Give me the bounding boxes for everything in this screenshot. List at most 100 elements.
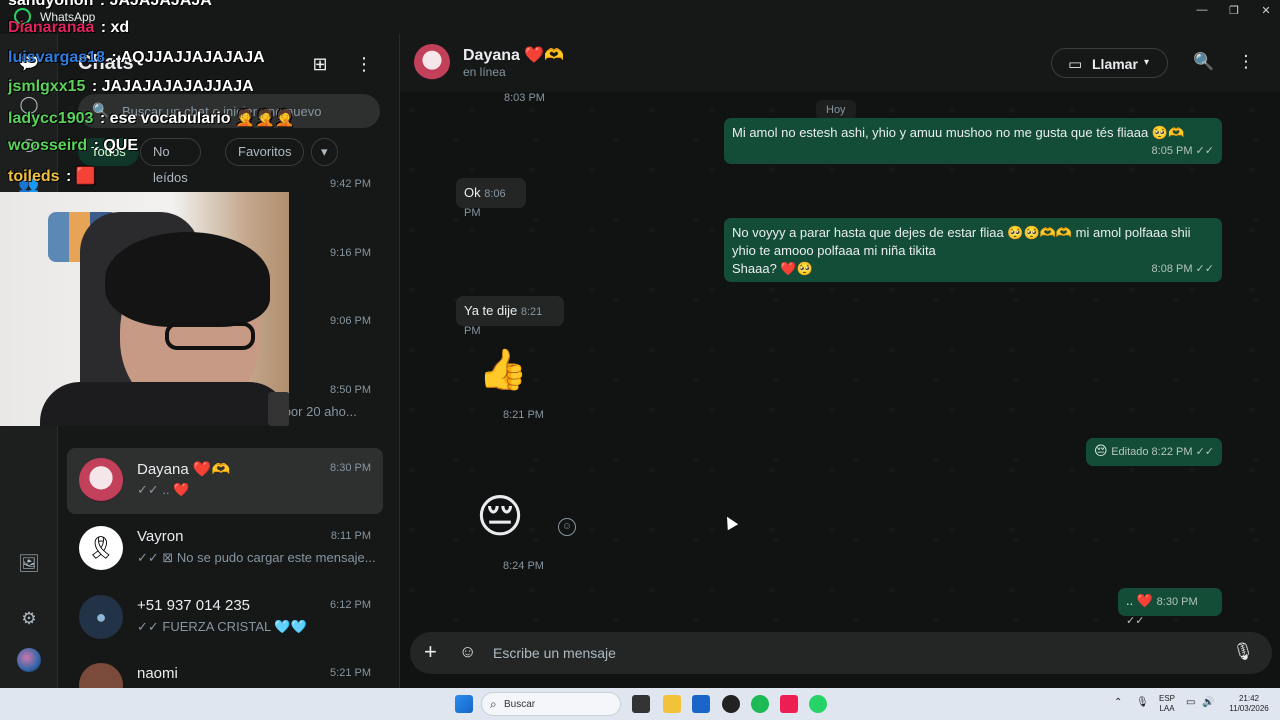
media-icon[interactable]: 🖼 [18, 553, 40, 575]
overlay-username: sandyonon [8, 0, 94, 9]
message-text: Mi amol no estesh ashi, yhio y amuu mush… [732, 125, 1185, 140]
message-text: Ya te dije [464, 303, 518, 318]
file-explorer-icon[interactable] [663, 695, 681, 713]
store-icon[interactable] [692, 695, 710, 713]
lang-code: ESP [1158, 694, 1175, 703]
lang-layout: LAA [1159, 704, 1175, 713]
webcam-person-hair [105, 232, 270, 327]
maximize-button[interactable]: ❐ [1224, 4, 1244, 18]
chat-time: 8:30 PM [330, 462, 371, 474]
microphone-icon[interactable]: 🎙 [1232, 642, 1254, 662]
clock-date: 11/03/2026 [1229, 704, 1269, 713]
overlay-message: JAJAJAJAJAJJAJA [101, 78, 254, 95]
chat-time: 5:21 PM [330, 667, 371, 679]
webcam-mic-arm [268, 392, 289, 426]
search-icon[interactable]: 🔍 [1193, 52, 1215, 74]
chat-preview: ✓✓ FUERZA CRISTAL 🩵🩵 [137, 619, 307, 634]
overlay-username: luisvargas18 [8, 49, 105, 66]
mouse-cursor [721, 513, 739, 531]
chat-name: naomi [137, 665, 178, 682]
language-indicator[interactable]: ESP LAA [1156, 694, 1178, 714]
call-label: Llamar [1092, 56, 1138, 72]
whatsapp-window: WhatsApp — ❐ ✕ 💬 ◯ ◎ 👥 🖼 ⚙ Chats ⊞ ⋮ 🔍 B… [0, 0, 1280, 688]
panel-menu-icon[interactable]: ⋮ [352, 52, 376, 76]
compose-bar: + ☺ Escribe un mensaje 🎙 [410, 632, 1272, 674]
chevron-down-icon: ▾ [1144, 57, 1150, 68]
windows-start-icon[interactable] [455, 695, 473, 713]
new-chat-icon[interactable]: ⊞ [308, 52, 332, 76]
outgoing-message[interactable]: .. ❤️ 8:30 PM ✓✓ [1118, 588, 1222, 627]
tray-chevron-icon[interactable]: ⌃ [1114, 698, 1122, 708]
stream-chat-overlay: sandyonon : JAJAJAJAJA Dianaranaa : xd l… [0, 0, 300, 192]
attach-plus-icon[interactable]: + [424, 640, 437, 664]
profile-avatar[interactable] [17, 648, 41, 672]
overlay-message: QUE [103, 137, 139, 154]
whatsapp-taskbar-icon[interactable] [809, 695, 827, 713]
chip-more[interactable]: ▾ [311, 138, 338, 166]
chat-row-phone[interactable]: ● +51 937 014 235 6:12 PM ✓✓ FUERZA CRIS… [67, 585, 383, 651]
tray-mic-icon[interactable]: 🎙 [1136, 698, 1149, 708]
pensive-emoji-message[interactable]: 😔 [476, 488, 524, 544]
message-time: 8:24 PM [503, 560, 544, 572]
overlay-message: AQJJAJJAJAJAJA [120, 49, 265, 66]
react-emoji-icon[interactable]: ☺ [558, 518, 576, 536]
menu-icon[interactable]: ⋮ [1235, 52, 1257, 74]
overlay-message: xd [110, 19, 130, 36]
overlay-message: JAJAJAJAJA [109, 0, 212, 9]
chat-row-naomi[interactable]: naomi 5:21 PM [67, 653, 383, 688]
contact-name[interactable]: Dayana ❤️🫶 [463, 45, 564, 65]
outgoing-message[interactable]: No voyyy a parar hasta que dejes de esta… [724, 218, 1222, 282]
thumbs-up-sticker[interactable]: 👍 [478, 346, 528, 394]
overlay-message: 🟥 [75, 168, 96, 185]
close-button[interactable]: ✕ [1256, 4, 1276, 18]
minimize-button[interactable]: — [1192, 4, 1212, 18]
day-divider: Hoy [816, 100, 856, 120]
chat-avatar [79, 663, 123, 688]
taskbar-search-placeholder: Buscar [504, 699, 536, 710]
clock-time: 21:42 [1238, 694, 1260, 703]
volume-icon[interactable]: 🔊 [1202, 698, 1214, 708]
message-meta: 8:05 PM ✓✓ [1151, 145, 1214, 157]
settings-icon[interactable]: ⚙ [18, 608, 40, 630]
overlay-username: jsmlgxx15 [8, 78, 86, 95]
chat-row-vayron[interactable]: 🎗 Vayron 8:11 PM ✓✓ ⊠ No se pudo cargar … [67, 516, 383, 582]
message-input[interactable]: Escribe un mensaje [493, 645, 616, 661]
overlay-username: ladycc1903 [8, 110, 94, 127]
message-list: 8:03 PM Hoy Mi amol no estesh ashi, yhio… [400, 92, 1280, 632]
chat-time: 9:16 PM [330, 247, 371, 259]
tiktok-icon[interactable] [780, 695, 798, 713]
clock[interactable]: 21:42 11/03/2026 [1222, 694, 1276, 714]
message-time: 8:03 PM [504, 92, 545, 104]
conversation-header: Dayana ❤️🫶 en línea ▭ Llamar ▾ 🔍 ⋮ [400, 34, 1280, 92]
overlay-username: Dianaranaa [8, 19, 95, 36]
webcam-glasses [165, 322, 255, 350]
message-meta: Editado 8:22 PM ✓✓ [1111, 446, 1215, 458]
task-view-icon[interactable] [632, 695, 650, 713]
chat-time: 9:06 PM [330, 315, 371, 327]
overlay-username: woosseird [8, 137, 88, 154]
message-meta: 8:08 PM ✓✓ [1151, 263, 1214, 275]
contact-avatar[interactable] [414, 44, 450, 80]
chat-name: Dayana ❤️🫶 [137, 461, 231, 478]
incoming-message[interactable]: Ok 8:06 PM [456, 178, 526, 219]
windows-taskbar: ⌕ Buscar ⌃ 🎙 ESP LAA ▭ 🔊 21:42 11/03/2026 [0, 688, 1280, 720]
chat-time: 6:12 PM [330, 599, 371, 611]
call-button[interactable]: ▭ Llamar ▾ [1051, 48, 1168, 78]
network-icon[interactable]: ▭ [1186, 698, 1195, 708]
message-text: .. ❤️ [1126, 593, 1154, 608]
outgoing-message[interactable]: 😔 Editado 8:22 PM ✓✓ [1086, 438, 1222, 466]
taskbar-search[interactable]: ⌕ Buscar [481, 692, 621, 716]
chat-name: +51 937 014 235 [137, 597, 251, 614]
message-time: 8:21 PM [503, 409, 544, 421]
sticker-icon[interactable]: ☺ [459, 642, 476, 662]
spotify-icon[interactable] [751, 695, 769, 713]
video-camera-icon: ▭ [1068, 56, 1083, 73]
chat-row-dayana[interactable]: Dayana ❤️🫶 8:30 PM ✓✓ .. ❤️ [67, 448, 383, 514]
incoming-message[interactable]: Ya te dije 8:21 PM [456, 296, 564, 337]
message-text: 😔 [1094, 443, 1108, 458]
chat-time: 8:50 PM [330, 384, 371, 396]
outgoing-message[interactable]: Mi amol no estesh ashi, yhio y amuu mush… [724, 118, 1222, 164]
conversation-pane: Dayana ❤️🫶 en línea ▭ Llamar ▾ 🔍 ⋮ 8:03 … [400, 34, 1280, 688]
obs-icon[interactable] [722, 695, 740, 713]
chat-time: 9:42 PM [330, 178, 371, 190]
